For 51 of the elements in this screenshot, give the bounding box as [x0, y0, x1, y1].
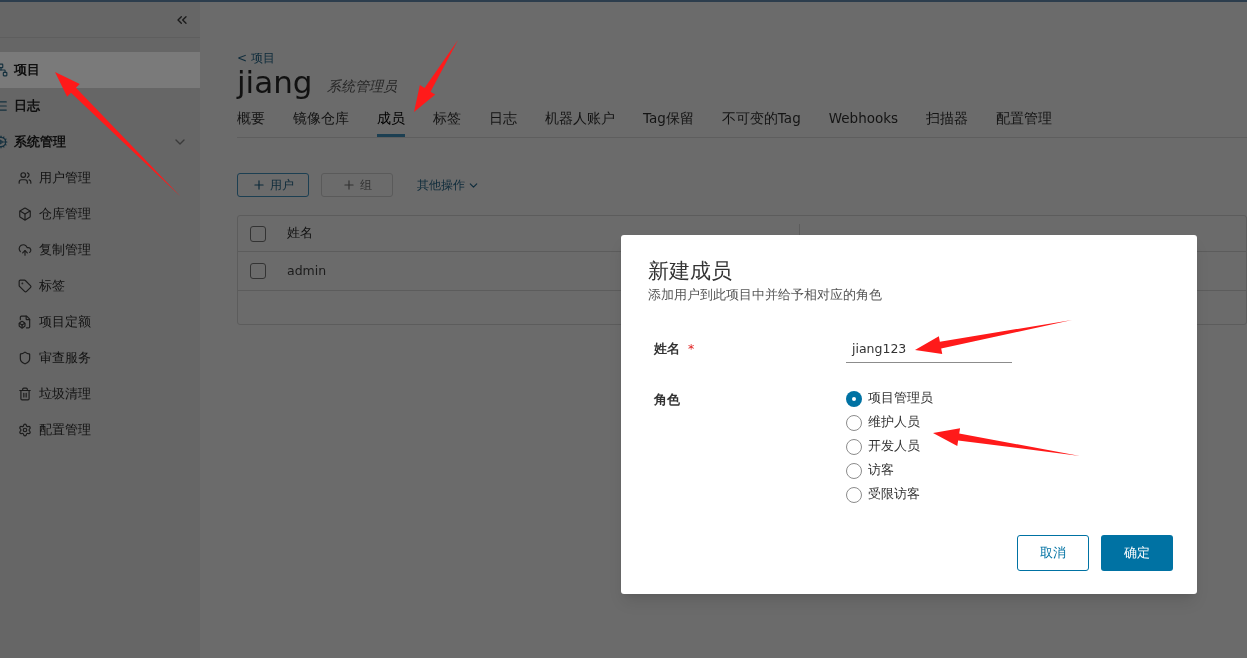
sidebar-subitem[interactable]: 仓库管理 — [0, 196, 200, 232]
checkbox[interactable] — [250, 263, 266, 280]
checkbox[interactable] — [250, 225, 266, 242]
role-radio[interactable]: 访客 — [846, 458, 933, 483]
breadcrumb-link[interactable]: < 项目 — [237, 50, 275, 66]
dialog-button[interactable]: 确定 — [1101, 535, 1173, 571]
required-mark: * — [688, 340, 695, 359]
more-actions-button[interactable]: 其他操作 — [417, 176, 480, 195]
table-cell-text: admin — [287, 261, 327, 280]
sidebar-subitem[interactable]: 审查服务 — [0, 340, 200, 376]
tab[interactable]: 不可变的Tag — [721, 106, 801, 138]
field-label: 角色 — [654, 391, 680, 407]
annotation-arrow — [414, 40, 458, 112]
plus-icon — [252, 178, 266, 193]
dialog-button[interactable]: 取消 — [1017, 535, 1089, 571]
sidebar-subitem[interactable]: 垃圾清理 — [0, 376, 200, 412]
sidebar-subitem[interactable]: 标签 — [0, 268, 200, 304]
tab[interactable]: 镜像仓库 — [293, 106, 349, 138]
sidebar-subitem[interactable]: 项目定额 — [0, 304, 200, 340]
sidebar-item-icon — [18, 243, 32, 257]
role-radio[interactable]: 受限访客 — [846, 482, 933, 507]
role-radio[interactable]: 开发人员 — [846, 434, 933, 459]
sidebar-item-icon — [18, 207, 32, 221]
field-label: 姓名 — [654, 340, 680, 359]
sidebar-item-icon — [18, 351, 32, 365]
sidebar-item-icon — [18, 315, 32, 329]
tab[interactable]: 成员 — [377, 106, 405, 138]
tab[interactable]: 扫描器 — [926, 106, 969, 138]
dialog-title: 新建成员 — [648, 258, 733, 285]
sidebar-subitem[interactable]: 配置管理 — [0, 412, 200, 448]
project-role: 系统管理员 — [326, 77, 397, 96]
sidebar-item-icon — [18, 423, 32, 437]
tab[interactable]: Tag保留 — [643, 106, 694, 138]
tab[interactable]: 配置管理 — [996, 106, 1053, 138]
sidebar-item[interactable]: 项目 — [0, 52, 200, 88]
plus-icon — [342, 178, 356, 193]
role-radio[interactable]: 项目管理员 — [846, 386, 933, 411]
tab[interactable]: 概要 — [237, 106, 265, 138]
tab[interactable]: 机器人账户 — [545, 106, 615, 138]
tab[interactable]: 标签 — [433, 106, 461, 138]
add-button[interactable]: 用户 — [237, 173, 309, 198]
sidebar-item-icon — [18, 279, 32, 293]
sidebar-subitem[interactable]: 用户管理 — [0, 160, 200, 196]
dialog-subtitle: 添加用户到此项目中并给予相对应的角色 — [648, 286, 883, 304]
tab[interactable]: Webhooks — [828, 106, 899, 138]
project-title: jiang — [237, 64, 313, 100]
role-radio[interactable]: 维护人员 — [846, 410, 933, 435]
sidebar-item-icon — [18, 387, 32, 401]
sidebar-item-icon — [18, 171, 32, 185]
sidebar-subitem[interactable]: 复制管理 — [0, 232, 200, 268]
tab[interactable]: 日志 — [489, 106, 517, 138]
